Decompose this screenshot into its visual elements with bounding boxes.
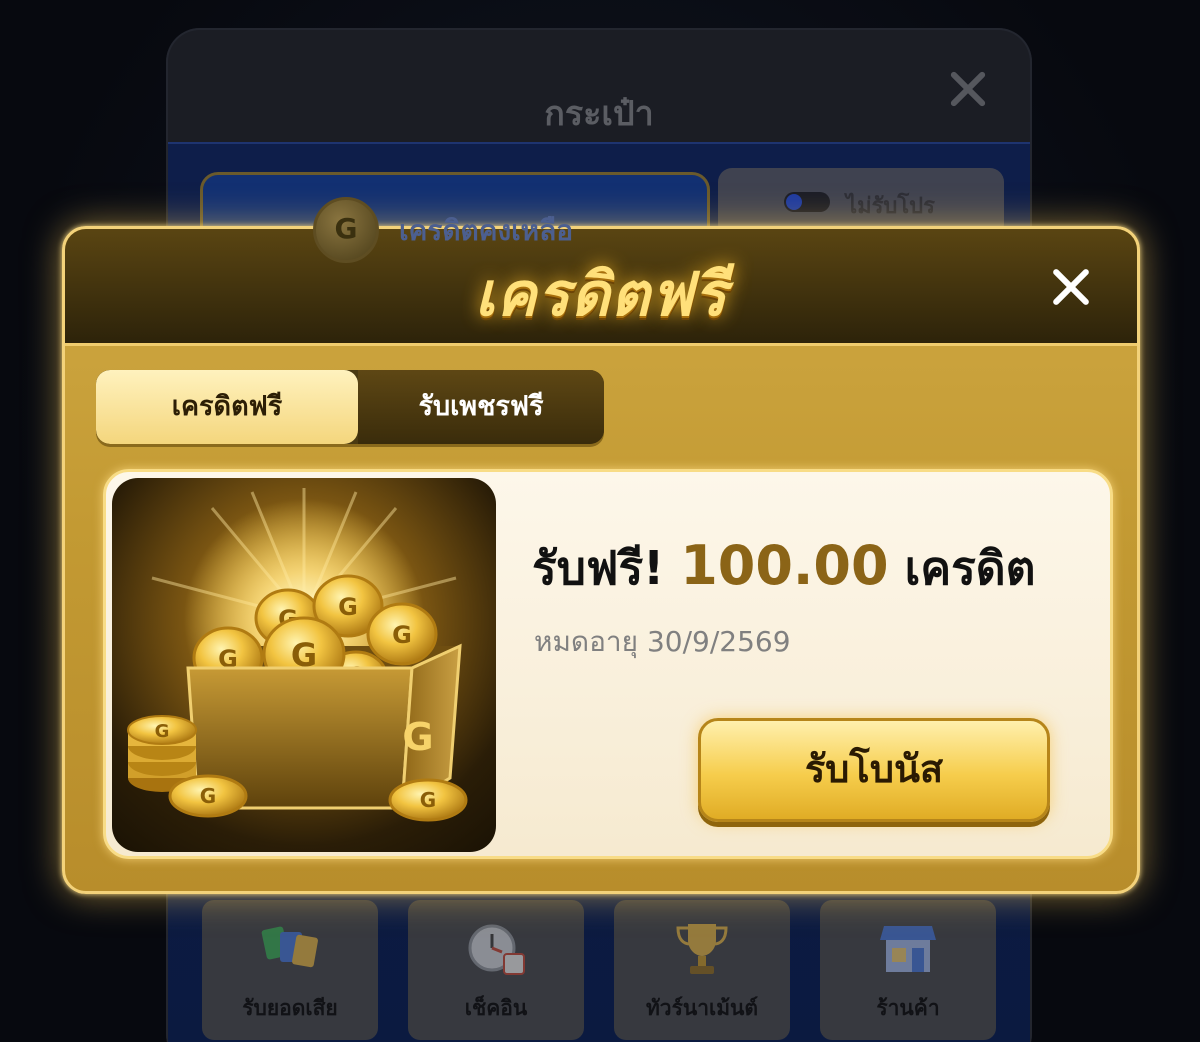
no-promo-label: ไม่รับโปร — [846, 194, 935, 219]
shortcut-shop[interactable]: ร้านค้า — [820, 900, 996, 1040]
wallet-title: กระเป๋า — [544, 94, 654, 134]
toggle-switch[interactable] — [784, 192, 830, 212]
reward-unit: เครดิต — [904, 541, 1036, 595]
svg-text:G: G — [392, 621, 412, 649]
shop-icon — [878, 918, 938, 978]
svg-text:G: G — [420, 788, 436, 812]
svg-text:G: G — [155, 721, 170, 742]
trophy-icon — [672, 918, 732, 978]
coin-icon: G — [313, 197, 379, 263]
shortcut-tournament[interactable]: ทัวร์นาเม้นต์ — [614, 900, 790, 1040]
svg-text:G: G — [402, 715, 433, 759]
shortcut-label: เช็คอิน — [464, 996, 528, 1020]
reward-expiry: หมดอายุ 30/9/2569 — [534, 625, 791, 658]
shortcut-cashback[interactable]: รับยอดเสีย — [202, 900, 378, 1040]
shortcut-checkin[interactable]: เช็คอิน — [408, 900, 584, 1040]
cards-icon — [260, 918, 320, 978]
svg-text:G: G — [200, 784, 216, 808]
app-screen: กระเป๋า G เครดิตคงเหลือ ไม่รับโปร รับยอด… — [0, 0, 1200, 1042]
reward-headline: รับฟรี! 100.00 เครดิต — [532, 532, 1036, 605]
reward-prefix: รับฟรี! — [532, 541, 665, 595]
shortcut-label: ร้านค้า — [876, 996, 940, 1020]
reward-amount: 100.00 — [680, 534, 889, 597]
modal-header: เครดิตฟรี — [65, 229, 1137, 346]
tab-bar: เครดิตฟรี รับเพชรฟรี — [96, 370, 604, 444]
modal-title: เครดิตฟรี — [474, 260, 728, 330]
tab-free-credit[interactable]: เครดิตฟรี — [96, 370, 358, 444]
shortcut-label: รับยอดเสีย — [242, 996, 338, 1020]
svg-text:G: G — [338, 593, 358, 621]
credit-balance-label: เครดิตคงเหลือ — [399, 214, 574, 247]
claim-bonus-button[interactable]: รับโบนัส — [698, 718, 1050, 822]
wallet-close-icon[interactable] — [946, 68, 988, 110]
tab-free-diamonds[interactable]: รับเพชรฟรี — [358, 370, 604, 444]
reward-card: G G G G G G G G G รับฟรี! 100.00 เครดิต … — [103, 469, 1113, 859]
free-credit-modal: เครดิตฟรี เครดิตฟรี รับเพชรฟรี G G G G G… — [62, 226, 1140, 894]
shortcut-label: ทัวร์นาเม้นต์ — [645, 996, 759, 1020]
treasure-box-image: G G G G G G G G G — [112, 478, 496, 852]
close-icon[interactable] — [1049, 265, 1093, 309]
clock-calendar-icon — [466, 918, 526, 978]
